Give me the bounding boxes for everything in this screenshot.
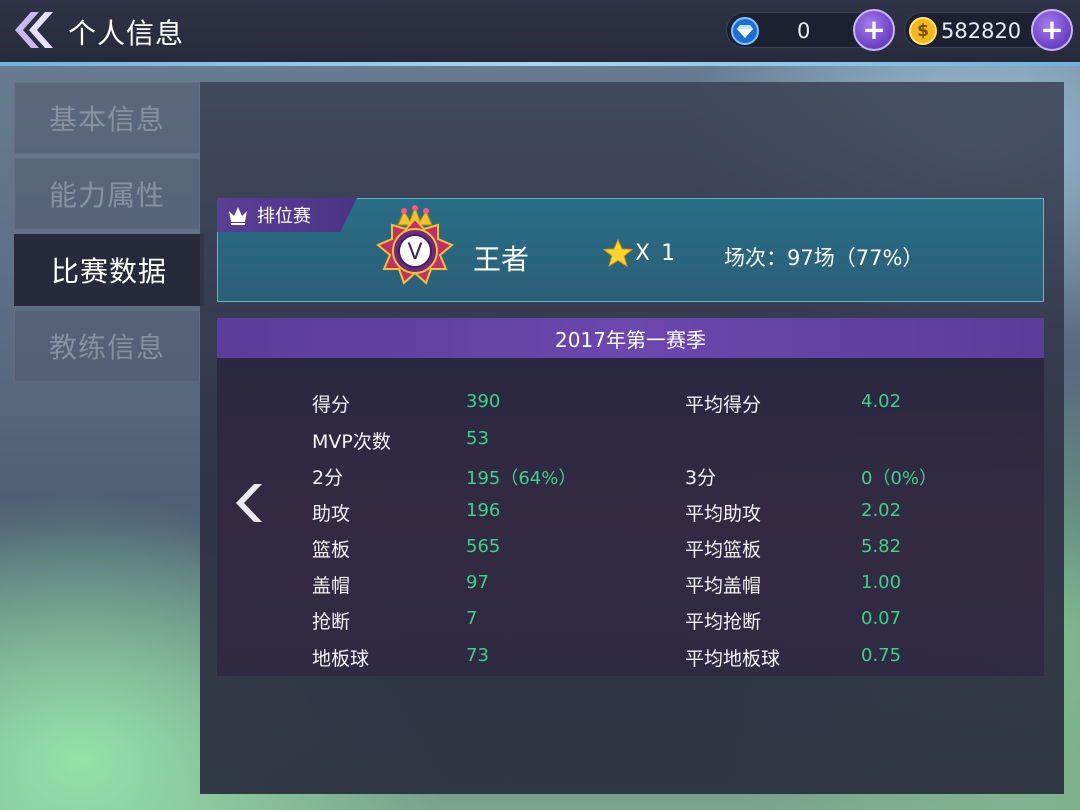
- top-bar-divider: [0, 62, 1080, 66]
- chevron-left-icon: [236, 484, 262, 522]
- back-button[interactable]: [6, 6, 58, 54]
- star-count: X 1: [635, 240, 678, 266]
- sidebar-item-basic-info[interactable]: 基本信息: [14, 82, 200, 154]
- stat-label-blocks: 盖帽: [312, 575, 351, 597]
- page-title: 个人信息: [68, 17, 185, 50]
- stat-label-three-pointers: 3分: [685, 467, 717, 489]
- stat-value-two-pointers: 195（64%）: [466, 468, 577, 489]
- stat-label-assists: 助攻: [312, 503, 351, 525]
- stat-value-floor-balls: 73: [466, 645, 489, 666]
- add-coins-button[interactable]: +: [1031, 9, 1073, 51]
- sidebar-item-label: 能力属性: [48, 179, 165, 212]
- previous-season-button[interactable]: [230, 480, 266, 526]
- matches-played: 场次：97场（77%）: [724, 246, 924, 270]
- sidebar-item-match-stats[interactable]: 比赛数据: [14, 234, 204, 306]
- stat-value-assists: 196: [466, 500, 501, 521]
- gem-balance: 0 +: [726, 9, 895, 51]
- stat-label-rebounds: 篮板: [312, 539, 351, 561]
- stat-label-avg-floor-balls: 平均地板球: [685, 648, 781, 670]
- coin-count: 582820: [941, 19, 1022, 43]
- stat-value-avg-steals: 0.07: [861, 608, 902, 629]
- king-rank-badge-icon: V: [376, 205, 454, 285]
- rank-tier: 王者: [473, 243, 530, 276]
- stat-value-points: 390: [466, 391, 501, 412]
- stat-value-three-pointers: 0（0%）: [861, 468, 938, 489]
- stat-label-avg-steals: 平均抢断: [685, 611, 762, 633]
- stat-label-avg-blocks: 平均盖帽: [685, 575, 762, 597]
- stat-value-avg-blocks: 1.00: [861, 572, 902, 593]
- stat-label-avg-assists: 平均助攻: [685, 503, 762, 525]
- diamond-icon: [731, 17, 759, 45]
- stat-value-avg-rebounds: 5.82: [861, 536, 902, 557]
- gem-count: 0: [797, 19, 811, 43]
- stat-label-two-pointers: 2分: [312, 467, 344, 489]
- stat-label-avg-points: 平均得分: [685, 394, 762, 416]
- sidebar-item-label: 教练信息: [48, 331, 165, 364]
- stat-label-avg-rebounds: 平均篮板: [685, 539, 762, 561]
- stat-label-steals: 抢断: [312, 611, 351, 633]
- double-chevron-left-icon: [15, 12, 53, 48]
- rank-stars: X 1: [603, 238, 677, 268]
- ranked-mode-label: 排位赛: [257, 206, 311, 227]
- sidebar-item-abilities[interactable]: 能力属性: [14, 158, 200, 230]
- coin-balance: $ 582820 +: [904, 9, 1073, 51]
- stat-label-floor-balls: 地板球: [312, 648, 370, 670]
- stat-value-avg-points: 4.02: [861, 391, 902, 412]
- stat-label-points: 得分: [312, 394, 351, 416]
- sidebar-item-coach-info[interactable]: 教练信息: [14, 310, 200, 382]
- stat-label-mvp: MVP次数: [312, 431, 391, 453]
- plus-icon: +: [1040, 13, 1064, 46]
- sidebar-item-label: 比赛数据: [50, 255, 167, 288]
- add-gems-button[interactable]: +: [853, 9, 895, 51]
- stat-value-steals: 7: [466, 608, 478, 629]
- stat-value-blocks: 97: [466, 572, 489, 593]
- ranked-mode-tag: 排位赛: [217, 198, 357, 232]
- stat-value-rebounds: 565: [466, 536, 501, 557]
- sidebar-item-label: 基本信息: [48, 103, 165, 136]
- season-title: 2017年第一赛季: [555, 327, 706, 352]
- crown-icon: [229, 207, 247, 225]
- plus-icon: +: [862, 13, 886, 46]
- stat-value-avg-assists: 2.02: [861, 500, 902, 521]
- badge-letter: V: [407, 240, 422, 265]
- season-header: 2017年第一赛季: [217, 318, 1044, 358]
- star-icon: [603, 238, 633, 268]
- stat-value-mvp: 53: [466, 428, 489, 449]
- stat-value-avg-floor-balls: 0.75: [861, 645, 902, 666]
- coin-icon: $: [909, 17, 937, 45]
